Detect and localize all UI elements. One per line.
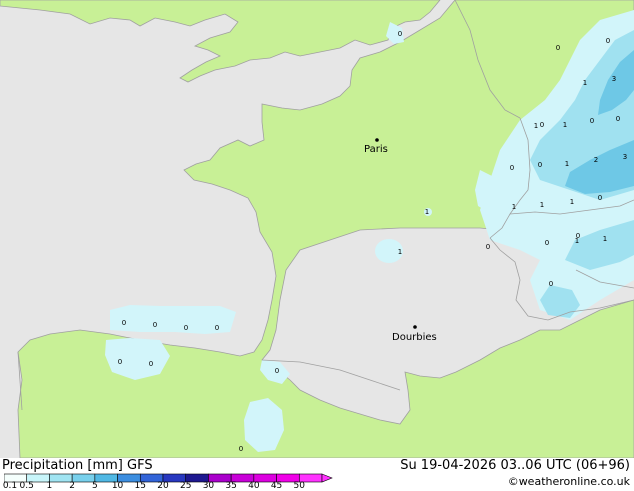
value-label: 1 (603, 235, 607, 243)
value-label: 0 (590, 117, 594, 125)
value-label: 0 (118, 358, 122, 366)
value-label: 0 (538, 161, 542, 169)
value-label: 0 (598, 194, 602, 202)
map-footer: Precipitation [mm] GFS Su 19-04-2026 03.… (0, 458, 634, 491)
value-label: 0 (510, 164, 514, 172)
city-marker-paris (375, 138, 379, 142)
value-label: 0 (576, 232, 580, 240)
value-label: 1 (540, 201, 544, 209)
source-credit: ©weatheronline.co.uk (507, 475, 630, 488)
value-label: 1 (534, 122, 538, 130)
weather-map-view: Paris Dourbies 0 0 1 1 1 1 3 1 0 0 0 1 2… (0, 0, 634, 491)
value-label: 0 (486, 243, 490, 251)
value-label: 1 (570, 198, 574, 206)
value-label: 0 (149, 360, 153, 368)
map-title: Precipitation [mm] GFS (2, 458, 153, 473)
value-label: 0 (122, 319, 126, 327)
value-label: 1 (398, 248, 402, 256)
precipitation-map: Paris Dourbies 0 0 1 1 1 1 3 1 0 0 0 1 2… (0, 0, 634, 458)
value-label: 0 (153, 321, 157, 329)
value-label: 2 (594, 156, 598, 164)
value-label: 1 (563, 121, 567, 129)
value-label: 0 (549, 280, 553, 288)
city-label-dourbies: Dourbies (392, 332, 437, 343)
value-label: 0 (215, 324, 219, 332)
value-label: 0 (545, 239, 549, 247)
value-label: 0 (556, 44, 560, 52)
value-label: 0 (275, 367, 279, 375)
value-label: 0 (398, 30, 402, 38)
value-label: 0 (616, 115, 620, 123)
value-label: 1 (583, 79, 587, 87)
value-label: 0 (606, 37, 610, 45)
value-label: 0 (540, 121, 544, 129)
forecast-datetime: Su 19-04-2026 03..06 UTC (06+96) (400, 458, 630, 473)
city-label-paris: Paris (364, 144, 388, 155)
value-label: 1 (512, 203, 516, 211)
city-marker-dourbies (413, 325, 417, 329)
value-label: 1 (565, 160, 569, 168)
value-label: 1 (425, 208, 429, 216)
value-label: 0 (239, 445, 243, 453)
value-label: 0 (184, 324, 188, 332)
value-label: 3 (623, 153, 627, 161)
value-label: 3 (612, 75, 616, 83)
